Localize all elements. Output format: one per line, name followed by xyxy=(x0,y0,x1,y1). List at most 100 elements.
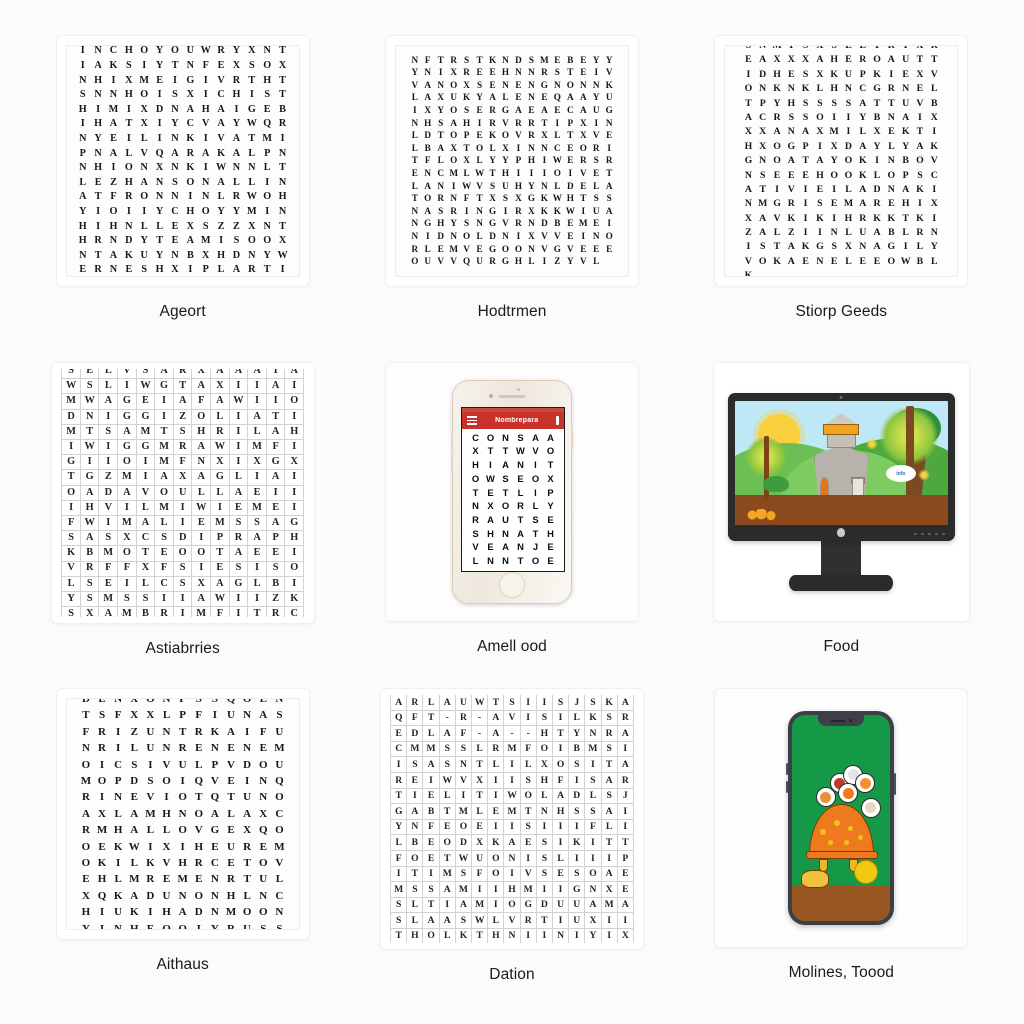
overflow-menu-icon[interactable] xyxy=(556,416,559,426)
thumbnail-word-search[interactable]: SNMTSXSELYRIXREAXXXAHEROAUTTIDHESXKUPKIE… xyxy=(715,36,968,286)
grid-letter: X xyxy=(472,773,489,789)
thumbnail-phone-app[interactable]: Nombrepara CONSAAXTTWVOHIANITOWSEOXTETLI… xyxy=(385,362,638,621)
app-letter-grid[interactable]: CONSAAXTTWVOHIANITOWSEOXTETLIPNXORLYRAUT… xyxy=(462,429,564,571)
thumbnail-word-search-bordered[interactable]: IITALAIINIWIISELVSARXAAATAWSLIWGTAXIIAIM… xyxy=(51,362,314,623)
grid-letter: C xyxy=(186,118,195,130)
thumbnail-desktop-monitor[interactable]: info xyxy=(713,362,969,621)
thumbnail-word-search[interactable]: NFTRSTKNDSMEBEYYYNIXREEHNNRSTEIVVANOXSEN… xyxy=(385,36,638,286)
grid-letter: K xyxy=(124,249,133,261)
result-tile[interactable]: Nombrepara CONSAAXTTWVOHIANITOWSEOXTETLI… xyxy=(347,349,676,676)
grid-letter: K xyxy=(97,857,107,869)
grid-letter: S xyxy=(98,709,106,722)
grid-letter: K xyxy=(210,725,220,738)
grid-letter: T xyxy=(80,424,100,440)
thumbnail-word-search-bordered[interactable]: ANKKIORLKILGKYWKTMWOSREAFSFATIARLAUWTSII… xyxy=(380,689,643,950)
grid-letter: X xyxy=(136,561,156,577)
volume-up-button[interactable] xyxy=(786,763,789,776)
phone-screen[interactable] xyxy=(792,715,891,922)
grid-letter: E xyxy=(593,167,600,178)
power-button[interactable] xyxy=(894,773,897,796)
grid-letter: Y xyxy=(155,249,164,261)
grid-letter: A xyxy=(118,424,137,440)
grid-letter: N xyxy=(554,79,561,90)
grid-letter: P xyxy=(266,531,286,547)
home-button[interactable] xyxy=(498,571,525,598)
grid-letter: S xyxy=(62,368,81,380)
chick-icon[interactable] xyxy=(801,870,830,889)
grid-letter: U xyxy=(902,97,910,109)
grid-letter: I xyxy=(889,68,894,80)
grid-letter: U xyxy=(275,725,284,738)
grid-letter: G xyxy=(540,79,548,90)
grid-letter: E xyxy=(567,218,574,229)
grid-letter: Z xyxy=(554,256,561,267)
thumbnail-word-search[interactable]: NMINENIYSYNZMKINCHOYOUWRYXNTIAKSIYTNFEXS… xyxy=(56,36,309,286)
grid-letter: U xyxy=(472,851,489,867)
grid-letter: H xyxy=(124,89,133,101)
thumbnail-word-search[interactable]: DENXONPSSQOLNTSFXXLPFIUNASFRIZUNTRKAIFUN… xyxy=(56,689,309,940)
grid-letter: I xyxy=(188,191,193,203)
grid-letter: I xyxy=(136,455,156,471)
grid-letter: I xyxy=(569,851,586,867)
result-tile[interactable]: Molines, Toood xyxy=(677,675,1006,1002)
result-tile[interactable]: NFTRSTKNDSMEBEYYYNIXREEHNNRSTEIVVANOXSEN… xyxy=(347,22,676,349)
volume-down-button[interactable] xyxy=(786,781,789,794)
ball-icon[interactable] xyxy=(853,860,878,885)
food-bubble-icon[interactable] xyxy=(855,773,876,793)
grid-letter: A xyxy=(773,126,781,138)
grid-letter: M xyxy=(449,243,458,254)
grid-letter: P xyxy=(617,851,634,867)
grid-letter: T xyxy=(580,193,587,204)
grid-letter: H xyxy=(407,928,424,944)
grid-letter: O xyxy=(140,191,149,203)
grid-letter: E xyxy=(788,68,795,80)
grid-letter: I xyxy=(188,264,193,276)
grid-letter: D xyxy=(81,698,90,706)
food-bubble-icon[interactable] xyxy=(860,797,881,818)
grid-letter: S xyxy=(788,111,795,123)
grid-letter: L xyxy=(248,576,267,592)
grid-letter: Y xyxy=(830,155,838,167)
grid-letter: H xyxy=(830,83,838,95)
volume-up-button[interactable] xyxy=(450,436,453,451)
grid-letter: A xyxy=(816,54,824,66)
result-tile[interactable]: IITALAIINIWIISELVSARXAAATAWSLIWGTAXIIAIM… xyxy=(18,349,347,676)
grid-letter: N xyxy=(424,167,432,178)
result-tile[interactable]: info Food xyxy=(677,349,1006,676)
grid-letter: X xyxy=(528,230,535,241)
grid-letter: A xyxy=(502,459,509,471)
grid-letter: K xyxy=(186,162,195,174)
result-tile[interactable]: DENXONPSSQOLNTSFXXLPFIUNASFRIZUNTRKAIFUN… xyxy=(18,675,347,1002)
grid-letter: F xyxy=(455,726,473,742)
thumbnail-phone-game[interactable] xyxy=(715,689,968,948)
monitor-buttons[interactable] xyxy=(913,532,945,535)
grid-letter: N xyxy=(502,431,509,443)
grid-letter: A xyxy=(759,212,767,224)
grid-letter: R xyxy=(146,873,155,886)
grid-letter: A xyxy=(617,757,634,774)
result-tile[interactable]: SNMTSXSELYRIXREAXXXAHEROAUTTIDHESXKUPKIE… xyxy=(677,22,1006,349)
grid-letter: L xyxy=(140,133,148,145)
grid-letter: V xyxy=(140,147,148,159)
grid-letter: W xyxy=(200,45,211,57)
grid-letter: T xyxy=(423,897,440,914)
grid-letter: I xyxy=(536,695,553,711)
volume-down-button[interactable] xyxy=(450,456,453,471)
grid-letter: A xyxy=(759,54,767,66)
result-tile[interactable]: NMINENIYSYNZMKINCHOYOUWRYXNTIAKSIYTNFEXS… xyxy=(18,22,347,349)
hamburger-menu-icon[interactable] xyxy=(466,416,477,425)
grid-letter: S xyxy=(520,773,537,789)
grid-letter: A xyxy=(902,183,910,195)
power-button[interactable] xyxy=(570,428,573,449)
grid-letter: N xyxy=(411,230,419,241)
grid-letter: V xyxy=(227,758,235,771)
grid-letter: O xyxy=(118,546,137,562)
grid-letter: N xyxy=(178,889,187,902)
grid-letter: S xyxy=(423,882,440,898)
grid-letter: W xyxy=(552,155,562,166)
grid-letter: T xyxy=(407,866,424,883)
grid-letter: O xyxy=(916,155,924,167)
grid-letter: E xyxy=(407,773,424,789)
result-tile[interactable]: ANKKIORLKILGKYWKTMWOSREAFSFATIARLAUWTSII… xyxy=(347,675,676,1002)
grid-letter: I xyxy=(116,725,121,738)
